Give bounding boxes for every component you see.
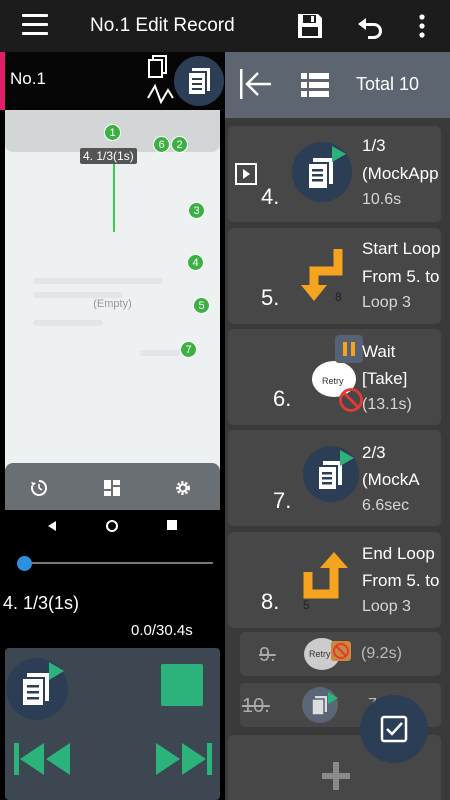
action-line-1: 2/3 — [362, 443, 386, 462]
history-icon — [31, 479, 48, 496]
ghost-line — [33, 278, 163, 284]
play-document-icon — [21, 662, 64, 707]
tap-marker[interactable]: 4 — [187, 254, 204, 271]
action-line-2: (MockApp — [362, 164, 439, 183]
ghost-line — [33, 320, 103, 326]
action-type-badge — [292, 142, 352, 202]
skip-to-start-icon[interactable] — [13, 741, 73, 777]
action-line-3: 6.6sec — [362, 497, 410, 514]
action-card[interactable]: 5. 8 Start Loop From 5. to Loop 3 — [228, 228, 441, 324]
retry-label: Retry — [322, 376, 344, 386]
action-card[interactable]: 6. Retry Wait [Take] (13.1s) — [228, 329, 441, 425]
tap-document-icon — [317, 450, 354, 491]
playback-controls — [5, 648, 220, 800]
page-title: No.1 Edit Record — [90, 15, 235, 36]
ghost-line — [140, 350, 180, 356]
app-bar: No.1 Edit Record — [0, 0, 450, 52]
playback-progress-track[interactable] — [18, 562, 213, 564]
android-nav-bar — [5, 510, 220, 542]
record-preview-pane: No.1 (Empty) 1 6 2 4. 1/3(1s) 3 4 5 7 4.… — [0, 52, 225, 800]
action-line-2: From 5. to — [362, 571, 440, 590]
action-card-disabled[interactable]: 9. Retry (9.2s) — [240, 632, 441, 676]
recents-icon — [167, 520, 177, 530]
action-line-2: [Take] — [362, 369, 408, 388]
swipe-trace — [113, 160, 115, 232]
block-icon — [339, 388, 363, 412]
action-number: 4. — [261, 184, 280, 209]
empty-placeholder: (Empty) — [93, 298, 132, 310]
tap-document-icon — [302, 687, 338, 723]
selection-indicator — [0, 52, 5, 110]
undo-icon[interactable] — [354, 10, 386, 42]
playback-time: 0.0/30.4s — [131, 622, 193, 639]
action-card[interactable]: 4. 1/3 (MockApp 10.6s — [228, 126, 441, 222]
menu-icon[interactable] — [22, 14, 48, 36]
retry-label: Retry — [309, 649, 331, 659]
action-line-1: 1/3 — [362, 136, 386, 155]
pause-icon — [343, 342, 355, 356]
total-count: Total 10 — [356, 74, 420, 94]
tap-marker[interactable]: 1 — [104, 124, 121, 141]
action-number: 6. — [273, 386, 292, 411]
stop-button[interactable] — [161, 664, 203, 706]
document-list-icon — [187, 68, 210, 96]
action-number: 5. — [261, 285, 280, 310]
current-step-overlay: 4. 1/3(1s) — [80, 148, 137, 164]
action-line-1: End Loop — [362, 544, 435, 563]
play-step-button[interactable] — [6, 658, 68, 720]
collapse-left-icon[interactable] — [238, 67, 272, 101]
action-line-2: (MockA — [362, 470, 420, 489]
action-number: 9. — [259, 644, 276, 666]
tap-marker[interactable]: 2 — [171, 136, 188, 153]
action-line-3: (13.1s) — [362, 396, 412, 413]
home-icon — [106, 520, 118, 532]
action-card[interactable]: 7. 2/3 (MockA 6.6sec — [228, 430, 441, 526]
confirm-selection-button[interactable] — [360, 695, 428, 763]
skip-to-end-icon[interactable] — [153, 741, 213, 777]
copy-wave-icon[interactable] — [145, 54, 177, 108]
record-label: No.1 — [10, 69, 46, 88]
action-number: 10. — [242, 695, 270, 717]
action-line-1: Wait — [362, 342, 396, 361]
action-number: 8. — [261, 589, 280, 614]
action-number: 7. — [273, 488, 292, 513]
action-line-3: Loop 3 — [362, 294, 411, 311]
playback-progress-knob[interactable] — [17, 556, 32, 571]
plus-icon — [322, 762, 350, 790]
record-header: No.1 — [0, 52, 225, 110]
action-line-3: 10.6s — [362, 191, 402, 208]
tap-marker[interactable]: 5 — [193, 297, 210, 314]
action-line-2: From 5. to — [362, 267, 440, 286]
tap-document-icon — [307, 146, 346, 190]
tap-marker[interactable]: 6 — [153, 136, 170, 153]
tap-marker[interactable]: 3 — [188, 202, 205, 219]
dashboard-icon — [104, 480, 120, 496]
tap-marker[interactable]: 7 — [180, 341, 197, 358]
block-icon — [331, 641, 351, 661]
save-icon[interactable] — [294, 10, 326, 42]
settings-icon — [176, 481, 190, 495]
checkbox-icon — [380, 715, 408, 743]
back-icon — [48, 521, 56, 531]
action-type-badge — [303, 446, 359, 502]
pause-badge — [335, 335, 363, 363]
list-icon[interactable] — [300, 70, 330, 100]
action-line-3: Loop 3 — [362, 598, 411, 615]
record-type-badge — [174, 56, 224, 106]
current-step-text: 4. 1/3(1s) — [3, 593, 80, 613]
action-list-pane: Total 10 4. 1/3 (MockApp 10.6s 5. 8 Star… — [225, 52, 450, 800]
more-icon[interactable] — [406, 10, 438, 42]
screen-preview[interactable]: (Empty) 1 6 2 4. 1/3(1s) 3 4 5 7 — [5, 110, 220, 510]
action-line-1: Start Loop — [362, 239, 440, 258]
play-marker-icon[interactable] — [235, 163, 257, 185]
action-detail: (9.2s) — [361, 645, 402, 662]
preview-bottom-bar — [5, 463, 220, 510]
list-header: Total 10 — [225, 52, 450, 118]
loop-target-label: 5 — [303, 598, 310, 612]
action-card[interactable]: 8. 5 End Loop From 5. to Loop 3 — [228, 532, 441, 628]
loop-target-label: 8 — [335, 290, 342, 304]
